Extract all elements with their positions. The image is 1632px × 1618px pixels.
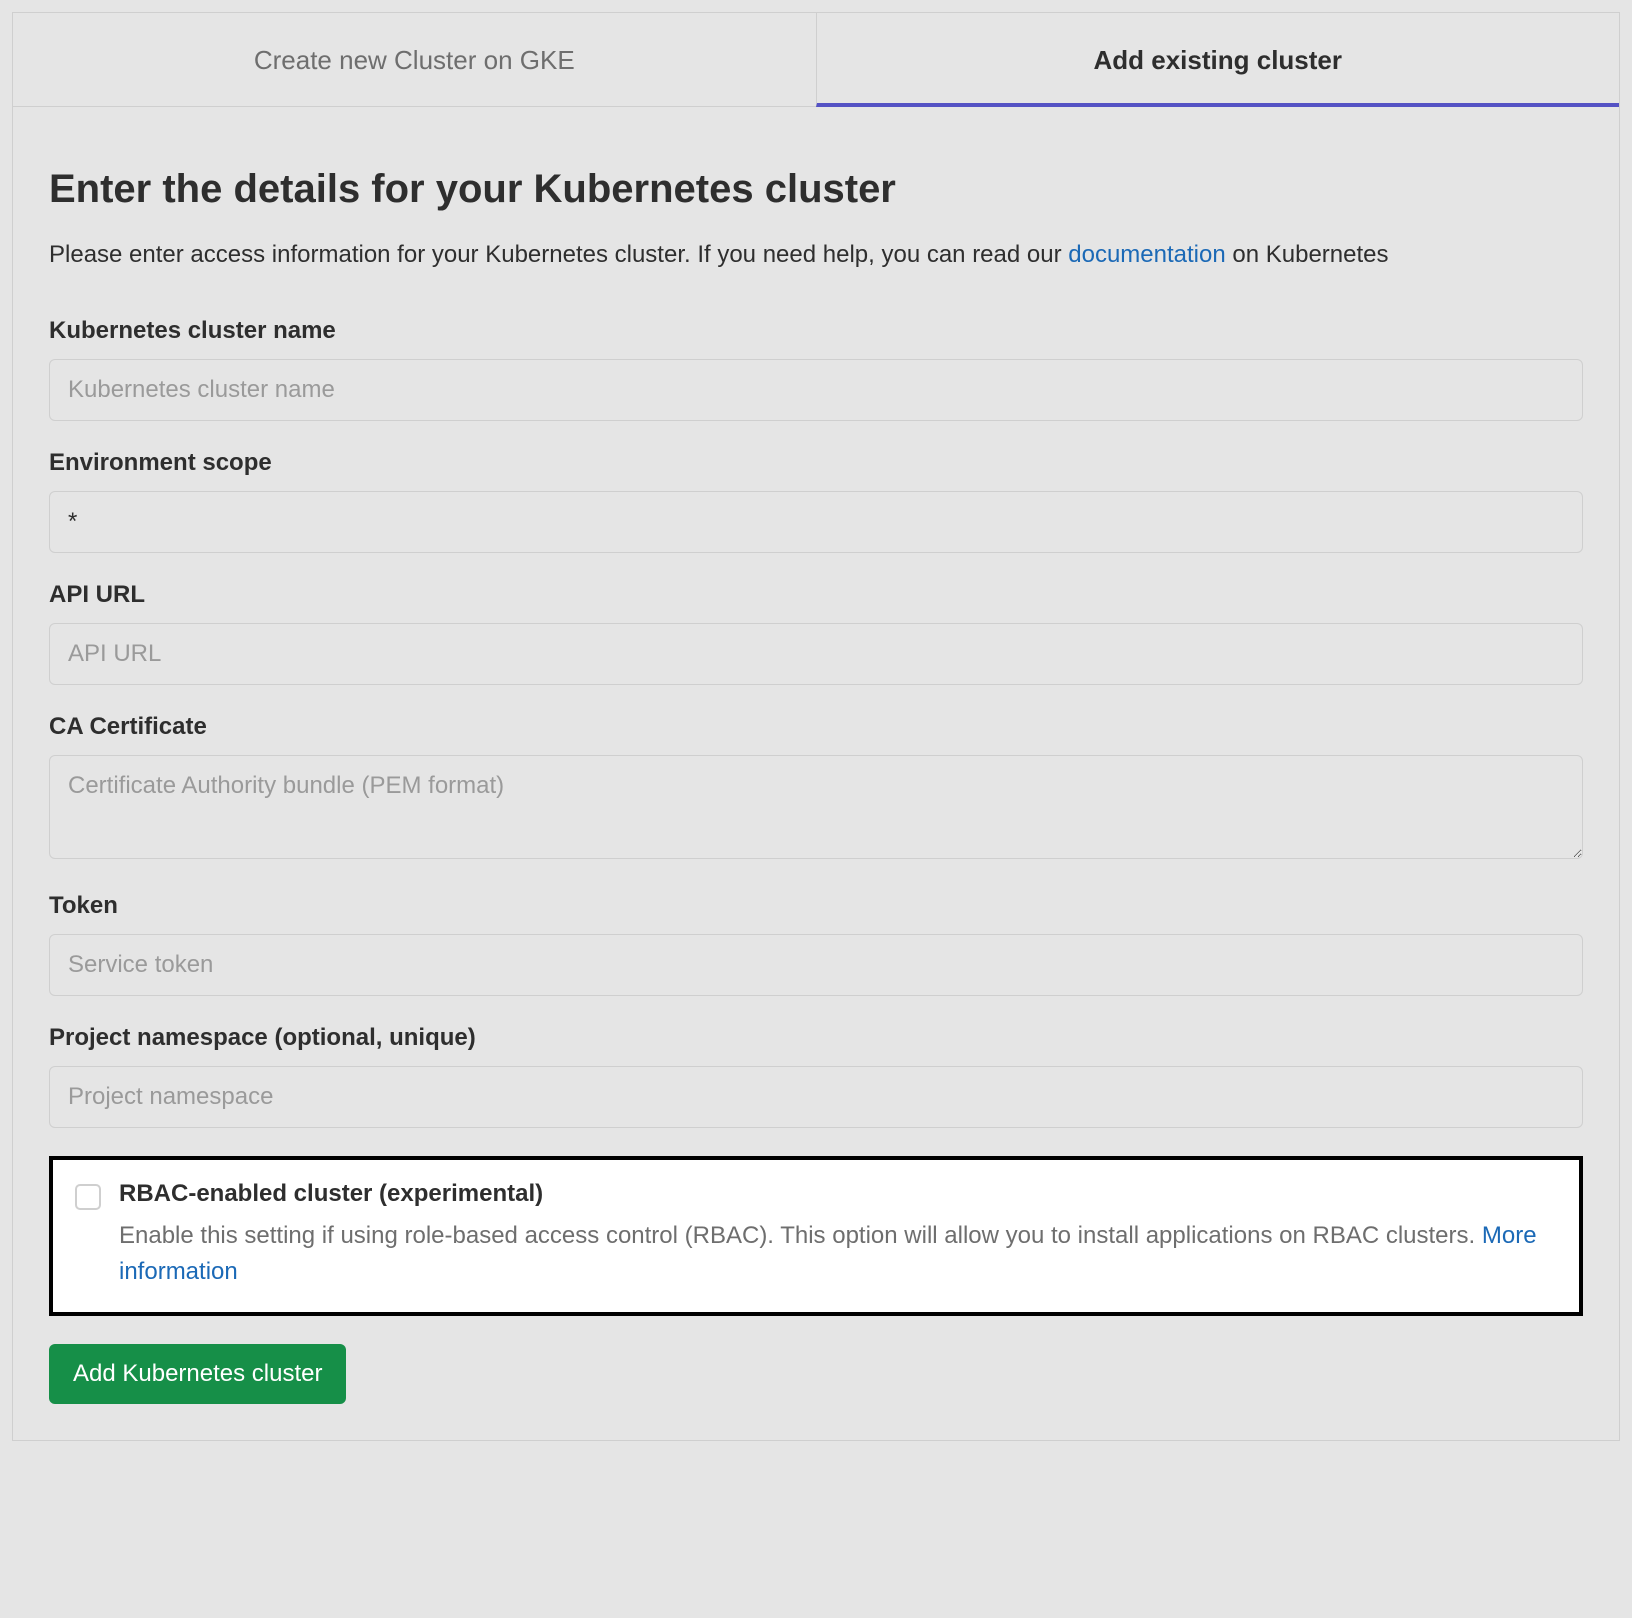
api-url-input[interactable]	[49, 623, 1583, 685]
add-cluster-button[interactable]: Add Kubernetes cluster	[49, 1344, 346, 1404]
project-namespace-label: Project namespace (optional, unique)	[49, 1024, 1583, 1052]
environment-scope-input[interactable]	[49, 491, 1583, 553]
token-label: Token	[49, 892, 1583, 920]
documentation-link[interactable]: documentation	[1068, 241, 1225, 268]
intro-pre: Please enter access information for your…	[49, 241, 1068, 268]
page-title: Enter the details for your Kubernetes cl…	[49, 167, 1583, 212]
rbac-description: Enable this setting if using role-based …	[119, 1218, 1557, 1290]
cluster-name-input[interactable]	[49, 359, 1583, 421]
cluster-panel: Create new Cluster on GKE Add existing c…	[12, 12, 1620, 1441]
tab-create-label: Create new Cluster on GKE	[254, 45, 575, 75]
project-namespace-input[interactable]	[49, 1066, 1583, 1128]
ca-certificate-input[interactable]	[49, 755, 1583, 859]
tab-add-existing[interactable]: Add existing cluster	[816, 13, 1620, 107]
intro-post: on Kubernetes	[1226, 241, 1389, 268]
rbac-text: RBAC-enabled cluster (experimental) Enab…	[119, 1180, 1557, 1290]
environment-scope-label: Environment scope	[49, 449, 1583, 477]
rbac-desc-text: Enable this setting if using role-based …	[119, 1222, 1482, 1249]
tab-create-new[interactable]: Create new Cluster on GKE	[13, 13, 816, 107]
form-content: Enter the details for your Kubernetes cl…	[13, 107, 1619, 1440]
ca-certificate-label: CA Certificate	[49, 713, 1583, 741]
rbac-title: RBAC-enabled cluster (experimental)	[119, 1180, 1557, 1208]
token-input[interactable]	[49, 934, 1583, 996]
tabs: Create new Cluster on GKE Add existing c…	[13, 13, 1619, 107]
tab-existing-label: Add existing cluster	[1094, 45, 1343, 75]
intro-text: Please enter access information for your…	[49, 236, 1583, 273]
rbac-checkbox[interactable]	[75, 1184, 101, 1210]
rbac-section: RBAC-enabled cluster (experimental) Enab…	[49, 1156, 1583, 1316]
api-url-label: API URL	[49, 581, 1583, 609]
cluster-name-label: Kubernetes cluster name	[49, 317, 1583, 345]
